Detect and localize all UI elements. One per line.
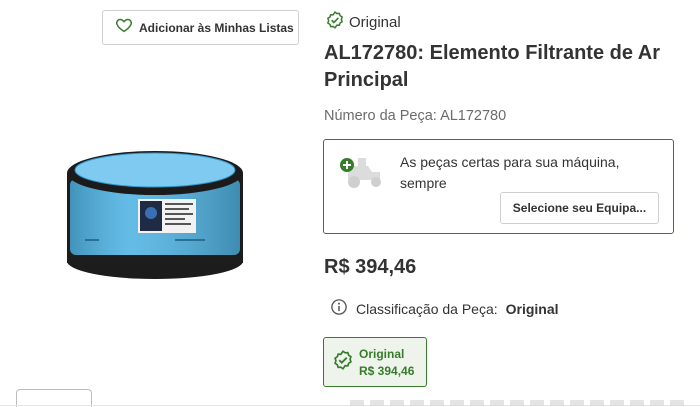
product-title: AL172780: Elemento Filtrante de Ar Princ… — [324, 42, 661, 91]
mower-add-icon — [338, 152, 388, 192]
original-badge: Original — [326, 11, 401, 34]
select-equipment-button[interactable]: Selecione seu Equipa... — [500, 192, 659, 224]
part-number: Número da Peça: AL172780 — [324, 108, 507, 124]
heart-icon — [115, 16, 133, 39]
add-to-list-label: Adicionar às Minhas Listas — [139, 20, 294, 35]
fitment-message: As peças certas para sua máquina, sempre — [400, 154, 620, 191]
product-image — [55, 135, 255, 285]
option-price: R$ 394,46 — [359, 363, 415, 378]
add-to-list-button[interactable]: Adicionar às Minhas Listas — [102, 10, 299, 45]
classification-label: Classificação da Peça: — [356, 300, 498, 317]
check-badge-icon — [326, 11, 344, 34]
cropped-text-row — [350, 400, 690, 406]
original-badge-label: Original — [349, 14, 401, 31]
info-icon[interactable] — [330, 298, 348, 319]
option-original-card[interactable]: Original R$ 394,46 — [323, 337, 427, 387]
fitment-box: As peças certas para sua máquina, sempre… — [323, 139, 674, 234]
part-classification: Classificação da Peça: Original — [330, 298, 559, 319]
classification-value: Original — [505, 300, 559, 317]
check-badge-icon — [333, 349, 353, 375]
option-label: Original — [359, 346, 405, 361]
product-price: R$ 394,46 — [324, 256, 417, 278]
